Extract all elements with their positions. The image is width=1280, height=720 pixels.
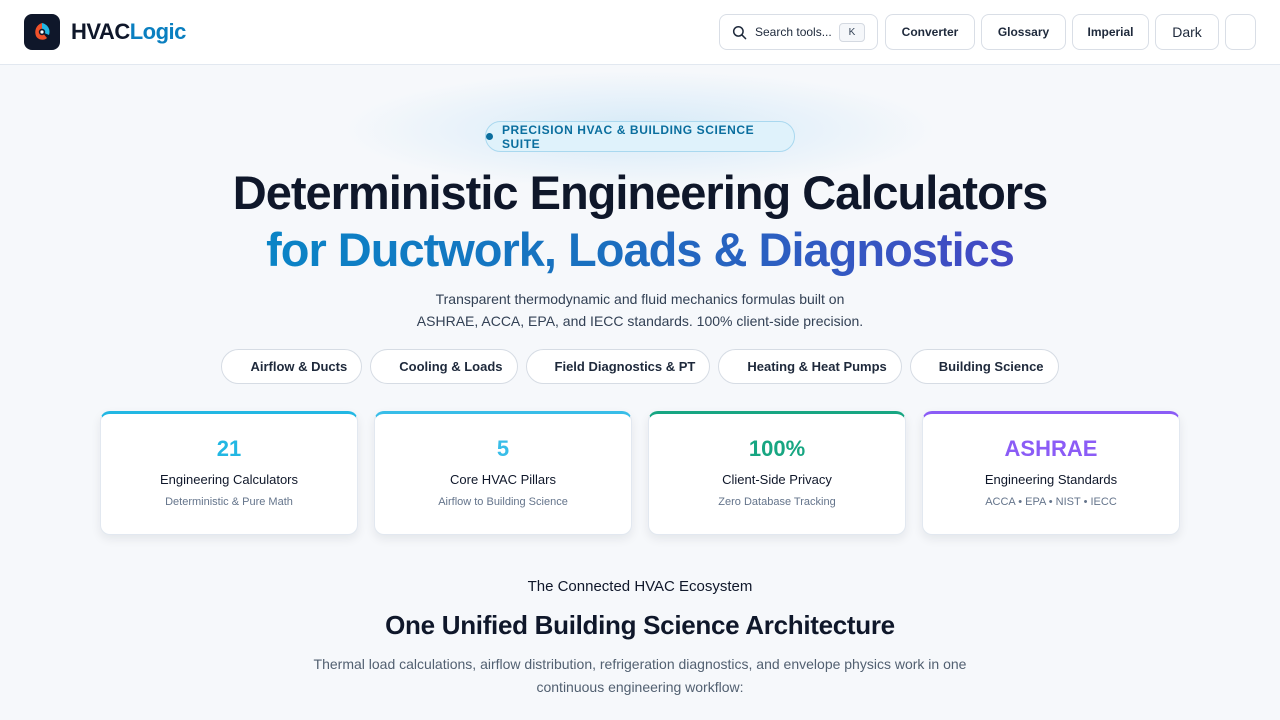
badge-dot-icon bbox=[486, 133, 493, 140]
logo-text-hvac: HVAC bbox=[71, 19, 130, 44]
stat-value: 5 bbox=[496, 436, 510, 461]
stat-value: ASHRAE bbox=[1004, 436, 1098, 461]
stat-card-privacy: 100% Client-Side Privacy Zero Database T… bbox=[648, 411, 906, 535]
top-header: HVACLogic Search tools... K Converter Gl… bbox=[0, 0, 1280, 65]
stat-label: Engineering Standards bbox=[984, 472, 1118, 487]
search-label: Search tools... bbox=[755, 25, 832, 39]
logo-text-logic: Logic bbox=[129, 19, 187, 44]
converter-button[interactable]: Converter bbox=[885, 14, 975, 50]
menu-button[interactable] bbox=[1225, 14, 1256, 50]
ecosystem-description: Thermal load calculations, airflow distr… bbox=[300, 653, 980, 699]
stat-cards: 21 Engineering Calculators Deterministic… bbox=[100, 411, 1180, 535]
ecosystem-eyebrow: The Connected HVAC Ecosystem bbox=[527, 578, 753, 595]
search-icon bbox=[732, 25, 747, 39]
logo[interactable]: HVACLogic bbox=[24, 14, 186, 50]
stat-sublabel: ACCA • EPA • NIST • IECC bbox=[985, 496, 1117, 508]
ecosystem-description-line1: Thermal load calculations, airflow distr… bbox=[313, 656, 967, 672]
category-pill-building-science[interactable]: Building Science bbox=[909, 349, 1059, 384]
hero-subtitle-line2: ASHRAE, ACCA, EPA, and IECC standards. 1… bbox=[416, 313, 864, 329]
hero-subtitle: Transparent thermodynamic and fluid mech… bbox=[390, 288, 890, 332]
header-nav: Search tools... K Converter Glossary Imp… bbox=[713, 14, 1256, 50]
unit-system-toggle[interactable]: Imperial bbox=[1072, 14, 1149, 50]
hero-title-line2: for Ductwork, Loads & Diagnostics bbox=[0, 222, 1280, 277]
ecosystem-description-line2: continuous engineering workflow: bbox=[536, 679, 744, 695]
ecosystem-title: One Unified Building Science Architectur… bbox=[385, 610, 895, 640]
stat-label: Engineering Calculators bbox=[159, 472, 299, 487]
category-pill-airflow[interactable]: Airflow & Ducts bbox=[221, 349, 363, 384]
hero-badge-text: PRECISION HVAC & BUILDING SCIENCE SUITE bbox=[501, 122, 755, 151]
category-pills: Airflow & Ducts Cooling & Loads Field Di… bbox=[0, 349, 1280, 384]
category-pill-heating[interactable]: Heating & Heat Pumps bbox=[718, 349, 902, 384]
search-shortcut-key: K bbox=[839, 22, 865, 42]
stat-label: Core HVAC Pillars bbox=[450, 472, 556, 487]
search-button[interactable]: Search tools... K bbox=[719, 14, 878, 50]
stat-value: 100% bbox=[748, 436, 806, 461]
stat-card-calculators: 21 Engineering Calculators Deterministic… bbox=[100, 411, 358, 535]
hero-title-line1: Deterministic Engineering Calculators bbox=[232, 166, 1048, 219]
stat-value: 21 bbox=[216, 436, 242, 461]
logo-icon bbox=[24, 14, 60, 50]
category-pill-cooling[interactable]: Cooling & Loads bbox=[370, 349, 518, 384]
hero-title-gradient-text: for Ductwork, Loads & Diagnostics bbox=[266, 223, 1015, 276]
stat-label: Client-Side Privacy bbox=[722, 472, 832, 487]
stat-sublabel: Airflow to Building Science bbox=[438, 496, 568, 508]
glossary-button[interactable]: Glossary bbox=[981, 14, 1066, 50]
logo-wordmark: HVACLogic bbox=[71, 19, 186, 45]
stat-sublabel: Deterministic & Pure Math bbox=[165, 496, 293, 508]
stat-card-pillars: 5 Core HVAC Pillars Airflow to Building … bbox=[374, 411, 632, 535]
stat-card-standards: ASHRAE Engineering Standards ACCA • EPA … bbox=[922, 411, 1180, 535]
category-pill-diagnostics[interactable]: Field Diagnostics & PT bbox=[525, 349, 711, 384]
theme-toggle[interactable]: Dark bbox=[1155, 14, 1219, 50]
hero-subtitle-line1: Transparent thermodynamic and fluid mech… bbox=[435, 291, 845, 307]
hero-badge: PRECISION HVAC & BUILDING SCIENCE SUITE bbox=[485, 121, 795, 152]
stat-sublabel: Zero Database Tracking bbox=[718, 496, 836, 508]
